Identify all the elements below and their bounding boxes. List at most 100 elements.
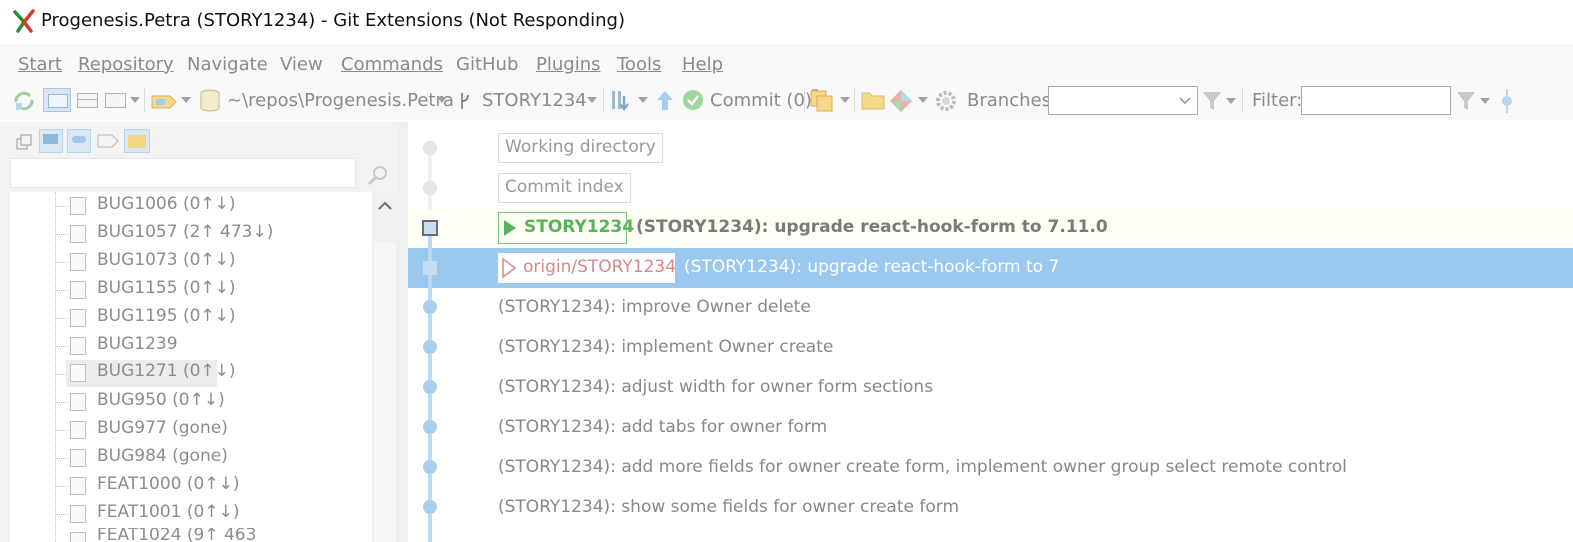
revision-node — [423, 420, 437, 434]
branches-label: Branches: — [967, 90, 1058, 111]
push-icon[interactable] — [654, 89, 676, 113]
chevron-down-icon[interactable] — [181, 97, 191, 103]
menu-start[interactable]: Start — [18, 54, 62, 75]
tree-item-label: BUG1239 — [97, 334, 178, 354]
menu-github[interactable]: GitHub — [456, 54, 518, 75]
settings-gear-icon[interactable] — [934, 89, 958, 113]
tree-item-branch[interactable]: BUG1195 (0↑↓) — [70, 305, 236, 331]
menu-repository[interactable]: Repository — [78, 54, 174, 75]
chevron-down-icon[interactable] — [1480, 98, 1490, 104]
tree-guide-line — [56, 346, 68, 347]
commit-message[interactable]: (STORY1234): implement Owner create — [498, 337, 833, 357]
repository-path[interactable]: ~\repos\Progenesis.Petra — [227, 90, 454, 111]
tree-item-label: BUG1195 (0↑↓) — [97, 306, 236, 326]
branch-icon — [70, 225, 86, 243]
collapse-all-icon[interactable] — [16, 133, 34, 151]
chevron-down-icon[interactable] — [1226, 98, 1236, 104]
branch-icon — [70, 281, 86, 299]
git-extensions-logo-icon — [13, 9, 35, 33]
commit-message[interactable]: (STORY1234): show some fields for owner … — [498, 497, 959, 517]
tree-item-branch[interactable]: BUG950 (0↑↓) — [70, 389, 225, 415]
menu-commands[interactable]: Commands — [341, 54, 443, 75]
commit-graph-icon[interactable] — [1498, 88, 1516, 114]
tree-item-label: BUG1271 (0↑↓) — [97, 361, 236, 381]
commit-message[interactable]: (STORY1234): add more fields for owner c… — [498, 457, 1347, 477]
revision-node — [423, 380, 437, 394]
git-gui-icon[interactable] — [888, 88, 914, 114]
pull-icon[interactable] — [608, 88, 634, 114]
branch-icon — [70, 421, 86, 439]
revision-filter-icon[interactable] — [1455, 89, 1477, 113]
menu-view[interactable]: View — [280, 54, 323, 75]
stash-icon[interactable] — [808, 87, 836, 113]
tree-item-branch[interactable]: BUG1073 (0↑↓) — [70, 249, 236, 275]
left-panel-search-input[interactable] — [10, 158, 356, 188]
chevron-down-icon[interactable] — [840, 97, 850, 103]
chevron-down-icon[interactable] — [130, 97, 140, 103]
current-branch[interactable]: STORY1234 — [482, 90, 587, 111]
show-submodules-icon[interactable] — [124, 129, 150, 153]
tree-item-branch[interactable]: BUG1239 — [70, 333, 180, 359]
folder-icon[interactable] — [860, 89, 886, 111]
menu-plugins[interactable]: Plugins — [536, 54, 600, 75]
menu-navigate[interactable]: Navigate — [187, 54, 268, 75]
search-icon[interactable] — [366, 164, 390, 188]
layout-left-icon[interactable] — [43, 88, 71, 112]
commit-index-label[interactable]: Commit index — [498, 173, 631, 203]
revision-node — [423, 460, 437, 474]
tree-item-branch[interactable]: FEAT1001 (0↑↓) — [70, 501, 239, 527]
commit-check-icon[interactable] — [682, 89, 704, 111]
tree-scrollbar-thumb[interactable] — [374, 242, 396, 542]
open-repository-icon[interactable] — [150, 90, 178, 112]
menu-tools[interactable]: Tools — [617, 54, 661, 75]
layout-right-icon[interactable] — [102, 88, 128, 112]
tree-item-branch[interactable]: FEAT1024 (9↑ 463↓) — [70, 528, 260, 542]
local-branch-tag[interactable]: STORY1234 — [498, 212, 634, 244]
commit-button[interactable]: Commit (0) — [710, 90, 812, 111]
panel-splitter[interactable] — [398, 122, 408, 542]
tree-item-branch[interactable]: FEAT1000 (0↑↓) — [70, 473, 239, 499]
branches-combobox[interactable] — [1048, 86, 1198, 115]
show-branches-icon[interactable] — [39, 129, 63, 153]
filter-input[interactable] — [1301, 86, 1451, 115]
show-tags-icon[interactable] — [96, 132, 120, 150]
remote-branch-tag[interactable]: origin/STORY1234 — [498, 253, 677, 283]
tree-item-label: FEAT1000 (0↑↓) — [97, 474, 240, 494]
show-remotes-icon[interactable] — [67, 129, 91, 153]
branch-icon — [70, 364, 86, 382]
revision-node — [423, 500, 437, 514]
working-directory-label[interactable]: Working directory — [498, 133, 663, 163]
menu-help[interactable]: Help — [682, 54, 723, 75]
tree-item-branch[interactable]: BUG1155 (0↑↓) — [70, 277, 236, 303]
left-panel-toolbar — [10, 128, 400, 158]
tree-guide-line — [55, 192, 56, 542]
tree-item-branch[interactable]: BUG1057 (2↑ 473↓) — [70, 221, 273, 247]
tree-guide-line — [56, 290, 68, 291]
tree-guide-line — [56, 318, 68, 319]
scroll-up-icon[interactable] — [377, 200, 393, 212]
branch-filter-icon[interactable] — [1201, 89, 1223, 113]
tree-item-label: BUG1073 (0↑↓) — [97, 250, 236, 270]
tree-item-branch[interactable]: BUG1006 (0↑↓) — [70, 193, 236, 219]
chevron-down-icon[interactable] — [918, 97, 928, 103]
local-branch-name: STORY1234 — [524, 217, 635, 237]
tree-guide-line — [56, 514, 68, 515]
tree-item-branch[interactable]: BUG977 (gone) — [70, 417, 228, 443]
branch-icon — [70, 393, 86, 411]
chevron-down-icon — [1179, 97, 1191, 104]
tree-guide-line — [56, 262, 68, 263]
refresh-icon[interactable] — [12, 90, 36, 112]
graph-line-artificial — [428, 148, 432, 210]
layout-center-icon[interactable] — [74, 88, 100, 112]
tree-item-branch[interactable]: BUG984 (gone) — [70, 445, 228, 471]
tree-item-branch-selected[interactable]: BUG1271 (0↑↓) — [66, 360, 236, 387]
chevron-down-icon[interactable] — [587, 97, 597, 103]
commit-message[interactable]: (STORY1234): adjust width for owner form… — [498, 377, 933, 397]
commit-message[interactable]: (STORY1234): improve Owner delete — [498, 297, 811, 317]
chevron-down-icon[interactable] — [638, 97, 648, 103]
commit-message[interactable]: (STORY1234): add tabs for owner form — [498, 417, 827, 437]
chevron-down-icon[interactable] — [437, 97, 447, 103]
branch-icon — [70, 309, 86, 327]
remote-branch-name: origin/STORY1234 — [523, 257, 677, 277]
branch-icon — [70, 337, 86, 355]
